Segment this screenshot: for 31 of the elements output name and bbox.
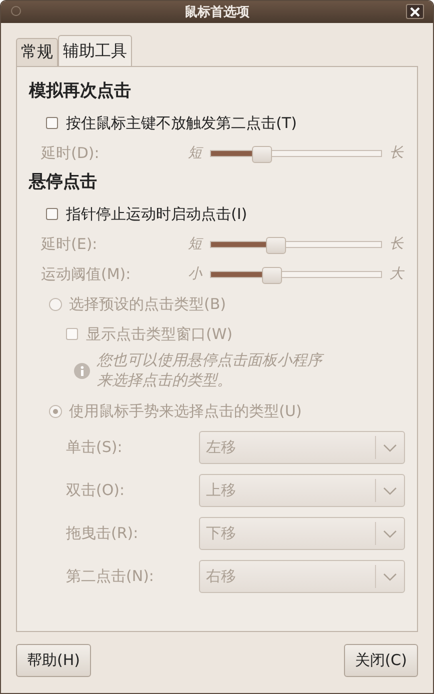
- section-heading: 模拟再次点击: [29, 80, 132, 102]
- slider-min-label: 短: [186, 235, 204, 253]
- slider-label: 运动阈值(M):: [41, 264, 132, 284]
- slider-max-label: 大: [388, 265, 405, 283]
- combo-label: 单击(S):: [66, 438, 124, 457]
- window-menu-icon[interactable]: [11, 6, 21, 16]
- slider-label: 延时(E):: [41, 234, 98, 254]
- slider-max-label: 长: [388, 144, 405, 162]
- help-button[interactable]: 帮助(H): [16, 644, 91, 677]
- checkbox-label: 显示点击类型窗口(W): [86, 324, 233, 344]
- slider-label: 延时(D):: [41, 144, 100, 162]
- info-text: 您也可以使用悬停点击面板小程序来选择点击的类型。: [97, 351, 325, 390]
- combo-label: 拖曳击(R):: [66, 524, 140, 543]
- combo-label: 第二点击(N):: [66, 567, 155, 586]
- checkbox[interactable]: [46, 117, 58, 129]
- radio-label: 使用鼠标手势来选择点击的类型(U): [69, 402, 302, 420]
- checkbox-label: 指针停止运动时启动点击(I): [66, 204, 248, 224]
- combo-label: 双击(O):: [66, 481, 126, 500]
- slider-min-label: 短: [186, 144, 204, 162]
- tab[interactable]: 辅助工具: [58, 35, 132, 66]
- tab[interactable]: 常规: [16, 38, 58, 66]
- window-title: 鼠标首选项: [184, 4, 250, 21]
- slider-max-label: 长: [388, 235, 405, 253]
- close-dialog-button[interactable]: 关闭(C): [344, 644, 418, 677]
- section-heading: 悬停点击: [29, 171, 98, 193]
- checkbox[interactable]: [46, 208, 58, 220]
- radio-label: 选择预设的点击类型(B): [69, 294, 226, 314]
- close-button[interactable]: [406, 4, 424, 19]
- slider-min-label: 小: [186, 265, 204, 283]
- info-icon: [74, 362, 90, 378]
- checkbox-label: 按住鼠标主键不放触发第二点击(T): [66, 114, 297, 132]
